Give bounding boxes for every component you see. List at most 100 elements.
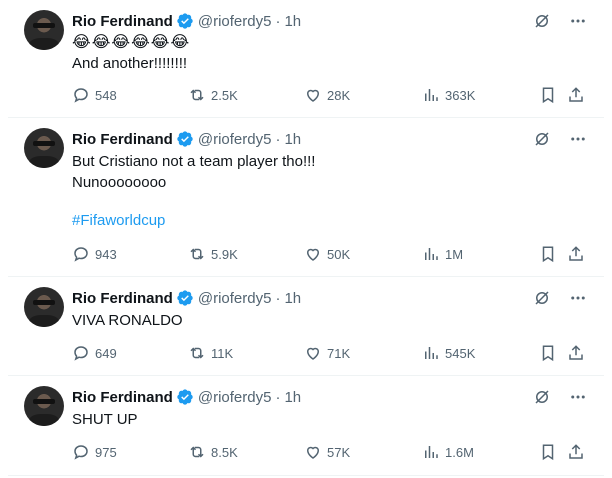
timestamp[interactable]: 1h xyxy=(284,131,301,148)
tweet-actions: 649 11K 71K 545K xyxy=(72,344,588,364)
timestamp[interactable]: 1h xyxy=(284,13,301,30)
tweet-header: Rio Ferdinand @rioferdy5 · 1h xyxy=(72,387,301,407)
bookmark-icon xyxy=(542,345,554,362)
views-icon xyxy=(425,248,438,260)
separator-dot: · xyxy=(275,12,281,30)
timestamp[interactable]: 1h xyxy=(284,389,301,406)
author-handle[interactable]: @rioferdy5 xyxy=(198,131,272,148)
like-button[interactable]: 28K xyxy=(304,86,350,104)
author-name[interactable]: Rio Ferdinand xyxy=(72,290,173,307)
tweet-line: Nunoooooooo xyxy=(72,174,167,191)
views-icon xyxy=(425,89,438,101)
grok-icon[interactable] xyxy=(532,11,552,31)
tweet-text: 😂😂😂😂😂😂 And another!!!!!!!! xyxy=(72,33,190,74)
separator-dot: · xyxy=(275,289,281,307)
reply-count: 548 xyxy=(95,87,117,103)
bookmark-button[interactable] xyxy=(539,245,557,263)
tweet[interactable]: Rio Ferdinand @rioferdy5 · 1h SHUT UP 97… xyxy=(8,376,604,476)
author-name[interactable]: Rio Ferdinand xyxy=(72,13,173,30)
avatar[interactable] xyxy=(24,287,64,327)
tweet[interactable]: Rio Ferdinand @rioferdy5 · 1h 😂😂😂😂😂😂 And… xyxy=(8,0,604,118)
like-icon xyxy=(306,347,320,360)
grok-icon[interactable] xyxy=(532,288,552,308)
like-count: 57K xyxy=(327,444,351,460)
hashtag-link[interactable]: #Fifaworldcup xyxy=(72,210,315,231)
repost-button[interactable]: 11K xyxy=(188,344,233,362)
share-icon xyxy=(569,87,583,102)
views-button[interactable]: 1M xyxy=(422,245,463,263)
like-button[interactable]: 57K xyxy=(304,443,350,461)
more-icon[interactable] xyxy=(568,129,588,149)
reply-icon xyxy=(74,445,88,460)
like-button[interactable]: 71K xyxy=(304,344,350,362)
views-button[interactable]: 545K xyxy=(422,344,475,362)
share-icon xyxy=(569,246,583,261)
reply-icon xyxy=(74,247,88,262)
share-icon xyxy=(569,444,583,459)
avatar[interactable] xyxy=(24,128,64,168)
like-button[interactable]: 50K xyxy=(304,245,350,263)
repost-button[interactable]: 8.5K xyxy=(188,443,238,461)
author-handle[interactable]: @rioferdy5 xyxy=(198,13,272,30)
emoji-line: 😂😂😂😂😂😂 xyxy=(72,34,191,51)
tweet-actions: 975 8.5K 57K 1.6M xyxy=(72,443,588,463)
more-icon[interactable] xyxy=(568,288,588,308)
bookmark-icon xyxy=(542,87,554,104)
reply-button[interactable]: 548 xyxy=(72,86,117,104)
tweet-actions: 943 5.9K 50K 1M xyxy=(72,245,588,265)
timestamp[interactable]: 1h xyxy=(284,290,301,307)
views-count: 363K xyxy=(445,87,476,103)
tweet-top-actions xyxy=(532,387,588,407)
author-name[interactable]: Rio Ferdinand xyxy=(72,131,173,148)
views-button[interactable]: 363K xyxy=(422,86,475,104)
bookmark-button[interactable] xyxy=(539,344,557,362)
views-icon xyxy=(425,347,438,359)
tweet-line: VIVA RONALDO xyxy=(72,312,183,329)
share-button[interactable] xyxy=(567,245,585,263)
more-icon[interactable] xyxy=(568,11,588,31)
reply-count: 975 xyxy=(95,444,117,460)
like-icon xyxy=(306,248,320,261)
repost-icon xyxy=(190,347,204,359)
tweet[interactable]: Rio Ferdinand @rioferdy5 · 1h But Cristi… xyxy=(8,118,604,277)
reply-button[interactable]: 649 xyxy=(72,344,117,362)
like-count: 28K xyxy=(327,87,351,103)
reply-button[interactable]: 975 xyxy=(72,443,117,461)
more-icon[interactable] xyxy=(568,387,588,407)
bookmark-button[interactable] xyxy=(539,443,557,461)
like-icon xyxy=(306,89,320,102)
author-handle[interactable]: @rioferdy5 xyxy=(198,389,272,406)
repost-icon xyxy=(190,446,204,458)
author-handle[interactable]: @rioferdy5 xyxy=(198,290,272,307)
tweet-text: But Cristiano not a team player tho!!! N… xyxy=(72,151,315,231)
reply-button[interactable]: 943 xyxy=(72,245,117,263)
verified-badge-icon xyxy=(177,290,193,306)
bookmark-icon xyxy=(542,246,554,263)
like-count: 50K xyxy=(327,246,351,262)
tweet[interactable]: Rio Ferdinand @rioferdy5 · 1h VIVA RONAL… xyxy=(8,277,604,376)
repost-icon xyxy=(190,248,204,260)
reply-count: 649 xyxy=(95,345,117,361)
grok-icon[interactable] xyxy=(532,129,552,149)
avatar[interactable] xyxy=(24,386,64,426)
share-button[interactable] xyxy=(567,344,585,362)
repost-button[interactable]: 5.9K xyxy=(188,245,238,263)
bookmark-button[interactable] xyxy=(539,86,557,104)
share-button[interactable] xyxy=(567,443,585,461)
repost-count: 5.9K xyxy=(211,246,238,262)
reply-icon xyxy=(74,346,88,361)
author-name[interactable]: Rio Ferdinand xyxy=(72,389,173,406)
avatar[interactable] xyxy=(24,10,64,50)
views-count: 1M xyxy=(445,246,464,262)
tweet-line: SHUT UP xyxy=(72,411,138,428)
tweet-top-actions xyxy=(532,11,588,31)
repost-button[interactable]: 2.5K xyxy=(188,86,238,104)
repost-count: 8.5K xyxy=(211,444,238,460)
reply-icon xyxy=(74,88,88,103)
tweet-header: Rio Ferdinand @rioferdy5 · 1h xyxy=(72,288,301,308)
grok-icon[interactable] xyxy=(532,387,552,407)
tweet-line: But Cristiano not a team player tho!!! xyxy=(72,153,316,170)
like-icon xyxy=(306,446,320,459)
views-button[interactable]: 1.6M xyxy=(422,443,474,461)
share-button[interactable] xyxy=(567,86,585,104)
